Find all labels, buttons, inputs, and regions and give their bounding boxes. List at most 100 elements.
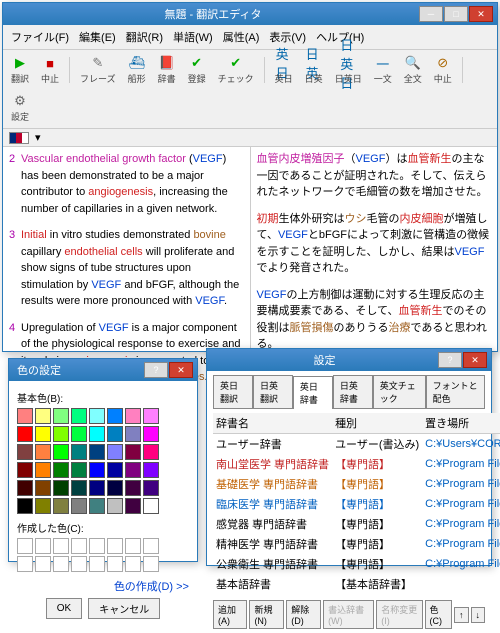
color-swatch[interactable] [107, 444, 123, 460]
custom-swatch[interactable] [71, 556, 87, 572]
tb-翻訳[interactable]: ▶翻訳 [7, 53, 33, 87]
color-swatch[interactable] [143, 408, 159, 424]
custom-swatch[interactable] [107, 556, 123, 572]
custom-swatch[interactable] [89, 538, 105, 554]
color-swatch[interactable] [17, 498, 33, 514]
custom-swatch[interactable] [89, 556, 105, 572]
color-swatch[interactable] [71, 426, 87, 442]
color-swatch[interactable] [17, 426, 33, 442]
custom-swatch[interactable] [125, 556, 141, 572]
minimize-button[interactable]: ─ [419, 6, 443, 22]
ok-button[interactable]: OK [46, 598, 82, 619]
color-swatch[interactable] [125, 480, 141, 496]
color-swatch[interactable] [143, 498, 159, 514]
dict-row[interactable]: 公衆衛生 専門語辞書【専門語】C:¥Program Files¥CrossLa [213, 554, 500, 574]
dict-row[interactable]: 基本語辞書【基本語辞書】 [213, 574, 500, 594]
color-swatch[interactable] [143, 444, 159, 460]
up-button[interactable]: ↑ [454, 607, 469, 623]
color-swatch[interactable] [71, 498, 87, 514]
dict-row[interactable]: 感覚器 専門語辞書【専門語】C:¥Program Files¥CrossLa [213, 514, 500, 534]
tb-英日[interactable]: 英日英日 [271, 53, 297, 87]
dict-row[interactable]: ユーザー辞書ユーザー(書込み)C:¥Users¥COREi7¥Docum [213, 434, 500, 455]
color-swatch[interactable] [143, 426, 159, 442]
color-swatch[interactable] [71, 444, 87, 460]
color-swatch[interactable] [89, 498, 105, 514]
menu-item[interactable]: 編集(E) [75, 27, 120, 47]
chevron-down-icon[interactable]: ▾ [35, 131, 41, 144]
menu-item[interactable]: 属性(A) [219, 27, 264, 47]
tb-日英日[interactable]: 日英日日英日 [331, 53, 366, 87]
tab-3[interactable]: 日英辞書 [333, 375, 373, 408]
foot-btn[interactable]: 解除(D) [286, 600, 321, 629]
tb-中止[interactable]: ■中止 [37, 53, 63, 87]
custom-swatch[interactable] [35, 538, 51, 554]
menu-item[interactable]: 翻訳(R) [122, 27, 167, 47]
down-button[interactable]: ↓ [471, 607, 486, 623]
lang-flag[interactable] [9, 132, 29, 144]
color-swatch[interactable] [35, 408, 51, 424]
color-swatch[interactable] [35, 480, 51, 496]
close-button[interactable]: ✕ [469, 6, 493, 22]
custom-swatch[interactable] [143, 556, 159, 572]
custom-swatch[interactable] [17, 538, 33, 554]
custom-swatch[interactable] [125, 538, 141, 554]
color-swatch[interactable] [107, 462, 123, 478]
menu-item[interactable]: ファイル(F) [7, 27, 73, 47]
color-swatch[interactable] [89, 444, 105, 460]
maximize-button[interactable]: □ [444, 6, 468, 22]
color-swatch[interactable] [35, 462, 51, 478]
dict-row[interactable]: 精神医学 専門語辞書【専門語】C:¥Program Files¥CrossLa [213, 534, 500, 554]
color-swatch[interactable] [17, 480, 33, 496]
color-swatch[interactable] [125, 444, 141, 460]
color-swatch[interactable] [17, 462, 33, 478]
custom-swatch[interactable] [107, 538, 123, 554]
color-swatch[interactable] [107, 480, 123, 496]
tb-辞書[interactable]: 📕辞書 [154, 53, 180, 87]
tab-0[interactable]: 英日翻訳 [213, 375, 253, 408]
color-swatch[interactable] [53, 408, 69, 424]
color-swatch[interactable] [53, 426, 69, 442]
color-swatch[interactable] [35, 426, 51, 442]
custom-swatch[interactable] [71, 538, 87, 554]
foot-btn[interactable]: 色(C) [425, 600, 453, 629]
define-color-link[interactable]: 色の作成(D) >> [17, 578, 189, 594]
color-swatch[interactable] [125, 426, 141, 442]
menu-item[interactable]: 単語(W) [169, 27, 217, 47]
color-swatch[interactable] [71, 408, 87, 424]
color-swatch[interactable] [89, 426, 105, 442]
settings-close-button[interactable]: ✕ [463, 352, 487, 368]
color-swatch[interactable] [53, 498, 69, 514]
help-button[interactable]: ? [438, 352, 462, 368]
color-close-button[interactable]: ✕ [169, 362, 193, 378]
color-swatch[interactable] [125, 462, 141, 478]
color-swatch[interactable] [35, 498, 51, 514]
custom-swatch[interactable] [53, 538, 69, 554]
tb-チェック[interactable]: ✔チェック [214, 53, 258, 87]
help-button[interactable]: ? [144, 362, 168, 378]
custom-swatch[interactable] [35, 556, 51, 572]
color-swatch[interactable] [107, 426, 123, 442]
tab-4[interactable]: 英文チェック [373, 375, 426, 408]
color-swatch[interactable] [53, 480, 69, 496]
color-swatch[interactable] [143, 462, 159, 478]
color-swatch[interactable] [125, 408, 141, 424]
custom-swatch[interactable] [143, 538, 159, 554]
color-swatch[interactable] [107, 498, 123, 514]
tb-フレーズ[interactable]: ✎フレーズ [76, 53, 120, 87]
color-swatch[interactable] [71, 462, 87, 478]
color-swatch[interactable] [53, 462, 69, 478]
tab-1[interactable]: 日英翻訳 [253, 375, 293, 408]
color-swatch[interactable] [143, 480, 159, 496]
tb-船形[interactable]: ⛴船形 [124, 53, 150, 87]
tb-全文[interactable]: 🔍全文 [400, 53, 426, 87]
dict-row[interactable]: 南山堂医学 専門語辞書【専門語】C:¥Program Files¥CrossLa [213, 454, 500, 474]
dict-row[interactable]: 基礎医学 専門語辞書【専門語】C:¥Program Files¥CrossLa [213, 474, 500, 494]
color-swatch[interactable] [17, 444, 33, 460]
color-swatch[interactable] [17, 408, 33, 424]
tb-設定[interactable]: ⚙設定 [7, 91, 33, 125]
foot-btn[interactable]: 追加(A) [213, 600, 247, 629]
color-swatch[interactable] [89, 462, 105, 478]
custom-swatch[interactable] [53, 556, 69, 572]
color-swatch[interactable] [89, 408, 105, 424]
tab-5[interactable]: フォントと配色 [426, 375, 485, 408]
